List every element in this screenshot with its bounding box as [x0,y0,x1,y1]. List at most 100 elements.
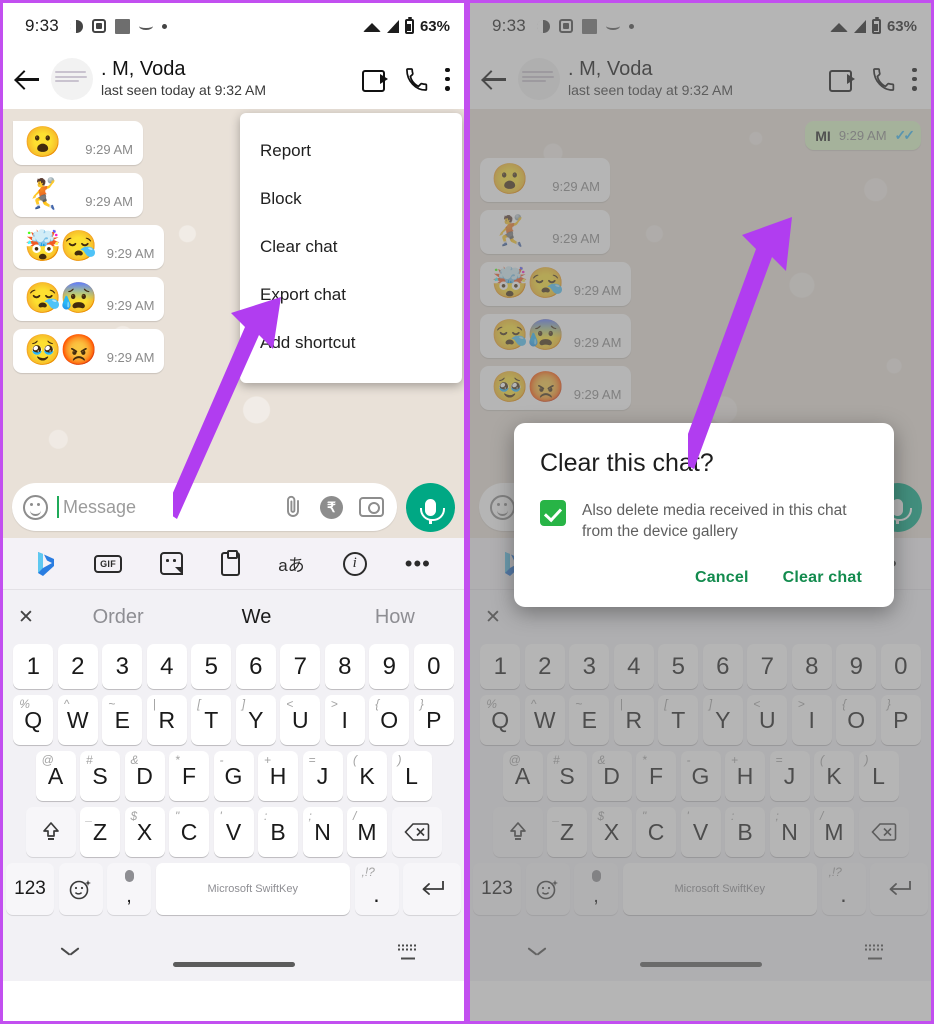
key-3[interactable]: 3 [102,644,143,689]
menu-item-add-shortcut[interactable]: Add shortcut [240,319,462,367]
key-j[interactable]: = J [302,751,343,801]
key-1[interactable]: 1 [13,644,54,689]
key-8[interactable]: 8 [791,644,832,689]
suggestion-2[interactable]: How [326,606,464,629]
paperclip-icon[interactable] [284,495,304,519]
key-e[interactable]: ~ E [569,695,610,745]
key-m[interactable]: / M [347,807,387,857]
key-k[interactable]: (K [347,751,387,801]
key-z[interactable]: _ Z [547,807,587,857]
menu-item-clear-chat[interactable]: Clear chat [240,223,462,271]
menu-item-export-chat[interactable]: Export chat [240,271,462,319]
emoji-key-icon[interactable] [58,863,103,915]
message-row[interactable]: 🥹😡 9:29 AM [480,366,921,410]
message-row[interactable]: 😪😰 9:29 AM [480,314,921,358]
rupee-payment-icon[interactable]: ₹ [320,495,343,519]
keyboard-switch-icon[interactable] [398,944,418,960]
key-k[interactable]: (K [814,751,854,801]
shift-icon[interactable] [25,807,76,857]
key-u[interactable]: < U [280,695,321,745]
menu-item-report[interactable]: Report [240,127,462,175]
key-7[interactable]: 7 [280,644,321,689]
home-pill[interactable] [172,962,295,967]
message-row[interactable]: 😮 9:29 AM [480,158,921,202]
enter-icon[interactable] [870,863,928,915]
contact-info[interactable]: . M, Voda last seen today at 9:32 AM [568,58,819,99]
suggestion-1[interactable]: We [187,606,325,629]
key-8[interactable]: 8 [324,644,365,689]
key-z[interactable]: _ Z [80,807,120,857]
suggestion-0[interactable]: Order [49,606,187,629]
key-w[interactable]: ^ W [524,695,565,745]
key-6[interactable]: 6 [702,644,743,689]
key-u[interactable]: < U [747,695,788,745]
message-input-pill[interactable]: Message ₹ [12,483,397,531]
delete-media-checkbox[interactable] [540,500,566,526]
space-key[interactable]: Microsoft SwiftKey [622,863,817,915]
microphone-icon[interactable] [406,482,455,532]
key-9[interactable]: 9 [836,644,877,689]
back-arrow-icon[interactable] [482,66,508,92]
key-p[interactable]: } P [413,695,454,745]
key-j[interactable]: = J [769,751,810,801]
key-4[interactable]: 4 [613,644,654,689]
video-call-icon[interactable] [829,70,855,92]
key-g[interactable]: -G [680,751,721,801]
smiley-icon[interactable] [490,494,515,520]
key-f[interactable]: * F [636,751,676,801]
key-w[interactable]: ^ W [57,695,98,745]
key-c[interactable]: " C [636,807,676,857]
clear-chat-button[interactable]: Clear chat [783,569,862,587]
key-4[interactable]: 4 [146,644,187,689]
key-h[interactable]: + H [258,751,298,801]
key-v[interactable]: ' V [680,807,721,857]
key-x[interactable]: $ X [591,807,632,857]
close-suggestions-icon[interactable]: ✕ [3,606,49,629]
space-key[interactable]: Microsoft SwiftKey [155,863,350,915]
numeric-key[interactable]: 123 [473,863,521,915]
message-row[interactable]: 🤾 9:29 AM [480,210,921,254]
key-y[interactable]: ] Y [702,695,743,745]
numeric-key[interactable]: 123 [6,863,54,915]
enter-icon[interactable] [403,863,461,915]
key-x[interactable]: $ X [124,807,165,857]
more-vert-icon[interactable] [912,67,917,91]
search-input[interactable]: Message [63,497,275,518]
key-l[interactable]: ) L [391,751,432,801]
comma-mic-key[interactable]: , [574,863,618,915]
key-i[interactable]: > I [791,695,832,745]
chevron-down-icon[interactable] [61,947,79,957]
key-9[interactable]: 9 [369,644,410,689]
home-pill[interactable] [639,962,762,967]
avatar[interactable] [518,58,560,100]
key-y[interactable]: ] Y [235,695,276,745]
key-2[interactable]: 2 [57,644,98,689]
keyboard-switch-icon[interactable] [865,944,885,960]
key-a[interactable]: @ A [502,751,543,801]
key-t[interactable]: [T [658,695,699,745]
close-suggestions-icon[interactable]: ✕ [470,606,516,629]
key-c[interactable]: " C [169,807,209,857]
comma-mic-key[interactable]: , [107,863,151,915]
key-n[interactable]: ; N [769,807,810,857]
more-vert-icon[interactable] [445,67,450,91]
key-5[interactable]: 5 [658,644,699,689]
key-l[interactable]: ) L [858,751,899,801]
key-b[interactable]: :B [725,807,765,857]
avatar[interactable] [51,58,93,100]
shift-icon[interactable] [492,807,543,857]
key-q[interactable]: % Q [480,695,521,745]
key-0[interactable]: 0 [413,644,454,689]
key-f[interactable]: * F [169,751,209,801]
key-v[interactable]: ' V [213,807,254,857]
period-key[interactable]: ,!? . [354,863,399,915]
key-6[interactable]: 6 [235,644,276,689]
back-arrow-icon[interactable] [15,66,41,92]
voice-call-icon[interactable] [405,67,428,91]
key-m[interactable]: / M [814,807,854,857]
period-key[interactable]: ,!? . [821,863,866,915]
key-r[interactable]: | R [613,695,654,745]
backspace-icon[interactable] [858,807,909,857]
bing-icon[interactable] [36,549,56,579]
key-a[interactable]: @ A [35,751,76,801]
